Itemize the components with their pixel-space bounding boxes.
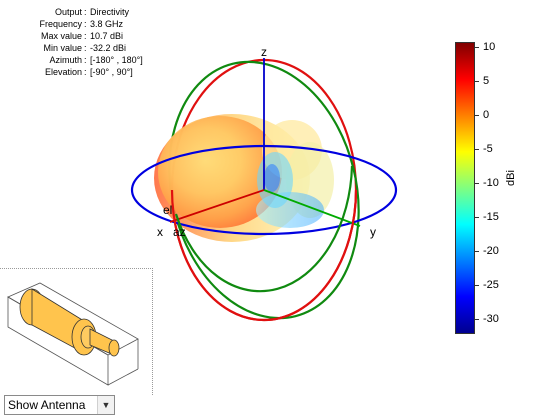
colorbar-tick-label: -10 bbox=[483, 176, 499, 189]
colorbar-tick bbox=[475, 80, 479, 82]
colorbar-tick-label: 10 bbox=[483, 40, 496, 53]
dropdown-selected-value: Show Antenna bbox=[8, 398, 86, 412]
y-axis-label: y bbox=[370, 225, 376, 239]
colorbar-unit-label: dBi bbox=[505, 170, 517, 186]
colorbar-tick bbox=[475, 319, 479, 321]
colorbar-tick bbox=[475, 114, 479, 116]
colorbar bbox=[455, 42, 475, 334]
antenna-feed-pin-end bbox=[108, 339, 120, 357]
colorbar-gradient bbox=[455, 42, 475, 334]
colorbar-tick bbox=[475, 46, 479, 48]
null-region-core bbox=[264, 164, 280, 192]
azimuth-label: az bbox=[173, 225, 186, 239]
x-axis-label: x bbox=[157, 225, 163, 239]
colorbar-tick bbox=[475, 284, 479, 286]
colorbar-tick-label: -30 bbox=[483, 313, 499, 326]
colorbar-tick bbox=[475, 250, 479, 252]
colorbar-tick bbox=[475, 182, 479, 184]
colorbar-tick-label: -5 bbox=[483, 142, 493, 155]
elevation-label: el bbox=[163, 203, 172, 217]
colorbar-tick-label: -20 bbox=[483, 244, 499, 257]
chevron-down-icon[interactable]: ▼ bbox=[97, 396, 114, 414]
colorbar-tick bbox=[475, 148, 479, 150]
antenna-preview-panel bbox=[0, 268, 153, 395]
colorbar-tick-label: 5 bbox=[483, 74, 490, 87]
antenna-view-dropdown[interactable]: Show Antenna ▼ bbox=[4, 395, 115, 415]
colorbar-tick-label: 0 bbox=[483, 108, 490, 121]
colorbar-tick-label: -15 bbox=[483, 210, 499, 223]
colorbar-tick bbox=[475, 216, 479, 218]
colorbar-tick-label: -25 bbox=[483, 278, 499, 291]
antenna-substrate-edge-bottom bbox=[107, 368, 139, 386]
z-axis-label: z bbox=[261, 45, 267, 59]
antenna-preview-graphic bbox=[7, 282, 139, 386]
